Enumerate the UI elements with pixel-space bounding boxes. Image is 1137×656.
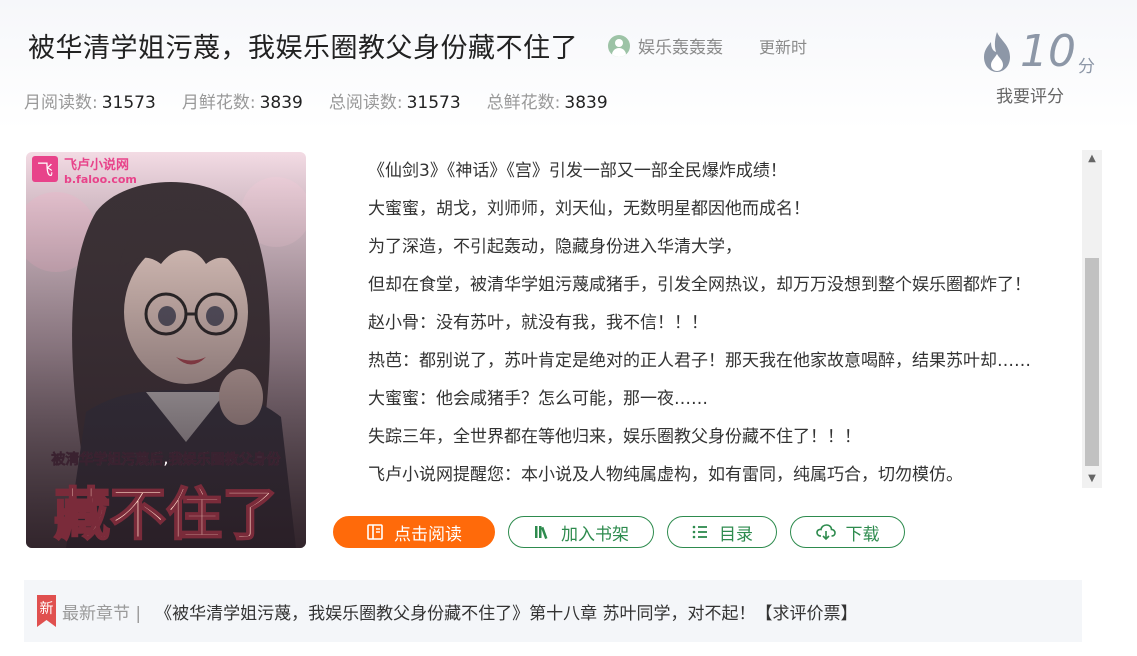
latest-chapter-label: 最新章节 | — [62, 603, 142, 624]
desc-line: 热芭：都别说了，苏叶肯定是绝对的正人君子！那天我在他家故意喝醉，结果苏叶却…… — [368, 351, 1031, 371]
book-description: 《仙剑3》《神话》《宫》引发一部又一部全民爆炸成绩！ 大蜜蜜，胡戈，刘师师，刘天… — [368, 152, 1068, 485]
action-buttons: 点击阅读 加入书架 目录 下载 — [333, 516, 918, 548]
cloud-download-icon — [815, 524, 836, 541]
update-time-label: 更新时 — [759, 37, 808, 57]
toc-label: 目录 — [719, 524, 753, 545]
cover-site-name: 飞卢小说网 — [64, 157, 129, 173]
stat-monthly-flowers: 月鲜花数: 3839 — [181, 93, 303, 113]
desc-line: 《仙剑3》《神话》《宫》引发一部又一部全民爆炸成绩！ — [368, 161, 787, 181]
desc-line: 大蜜蜜：他会咸猪手？怎么可能，那一夜…… — [368, 389, 708, 409]
desc-line: 但却在食堂，被清华学姐污蔑咸猪手，引发全网热议，却万万没想到整个娱乐圈都炸了！ — [368, 275, 1031, 295]
download-label: 下载 — [845, 524, 880, 545]
score-value: 10 — [1020, 26, 1076, 77]
list-icon — [692, 525, 707, 539]
cover-logo-char: 飞 — [37, 160, 53, 179]
cover-tagline: 被清华学姐污蔑后,我娱乐圈教父身份 — [51, 451, 281, 468]
stat-monthly-reads: 月阅读数: 31573 — [24, 93, 156, 113]
desc-line: 失踪三年，全世界都在等他归来，娱乐圈教父身份藏不住了！！！ — [368, 427, 861, 447]
score-unit: 分 — [1078, 57, 1095, 77]
scroll-thumb[interactable] — [1085, 258, 1099, 466]
author-link[interactable]: 娱乐轰轰轰 — [608, 33, 723, 58]
latest-chapter-link[interactable]: 《被华清学姐污蔑，我娱乐圈教父身份藏不住了》第十八章 苏叶同学，对不起！【求评价… — [155, 599, 857, 624]
book-title: 被华清学姐污蔑，我娱乐圈教父身份藏不住了 — [28, 33, 578, 64]
desc-line: 赵小骨：没有苏叶，就没有我，我不信！！！ — [368, 313, 708, 333]
scroll-up-arrow-icon[interactable]: ▲ — [1082, 150, 1102, 168]
desc-line: 飞卢小说网提醒您：本小说及人物纯属虚构，如有雷同，纯属巧合，切勿模仿。 — [368, 465, 963, 485]
author-name[interactable]: 娱乐轰轰轰 — [638, 33, 723, 58]
desc-line: 大蜜蜜，胡戈，刘师师，刘天仙，无数明星都因他而成名！ — [368, 199, 810, 219]
stat-total-flowers: 总鲜花数: 3839 — [486, 93, 608, 113]
bookshelf-icon — [535, 526, 548, 539]
latest-chapter-bar: 新 最新章节 | 《被华清学姐污蔑，我娱乐圈教父身份藏不住了》第十八章 苏叶同学… — [24, 580, 1082, 642]
flame-icon — [984, 32, 1010, 72]
book-cover[interactable]: 飞 飞卢小说网 b.faloo.com 被清华学姐污蔑后,我娱乐圈教父身份 藏不… — [26, 152, 306, 548]
download-button[interactable]: 下载 — [790, 516, 905, 548]
cover-big-title: 藏不住了 — [54, 482, 278, 548]
title-row: 被华清学姐污蔑，我娱乐圈教父身份藏不住了 娱乐轰轰轰 更新时 — [28, 26, 807, 65]
rate-button[interactable]: 我要评分 — [996, 82, 1064, 107]
read-button[interactable]: 点击阅读 — [333, 516, 495, 548]
stats-row: 月阅读数: 31573 月鲜花数: 3839 总阅读数: 31573 总鲜花数: 383… — [24, 88, 634, 113]
add-to-shelf-label: 加入书架 — [561, 524, 629, 545]
new-tag-text: 新 — [40, 601, 54, 617]
user-avatar-icon — [608, 34, 630, 57]
toc-button[interactable]: 目录 — [667, 516, 777, 548]
scroll-down-arrow-icon[interactable]: ▼ — [1082, 470, 1102, 488]
read-button-label: 点击阅读 — [394, 524, 462, 545]
add-to-shelf-button[interactable]: 加入书架 — [508, 516, 654, 548]
stat-total-reads: 总阅读数: 31573 — [328, 93, 461, 113]
desc-line: 为了深造，不引起轰动，隐藏身份进入华清大学， — [368, 237, 742, 257]
book-open-icon — [367, 524, 383, 540]
cover-site-url: b.faloo.com — [64, 173, 137, 186]
description-scrollbar[interactable]: ▲ ▼ — [1082, 150, 1102, 488]
new-tag-icon: 新 — [37, 595, 56, 627]
